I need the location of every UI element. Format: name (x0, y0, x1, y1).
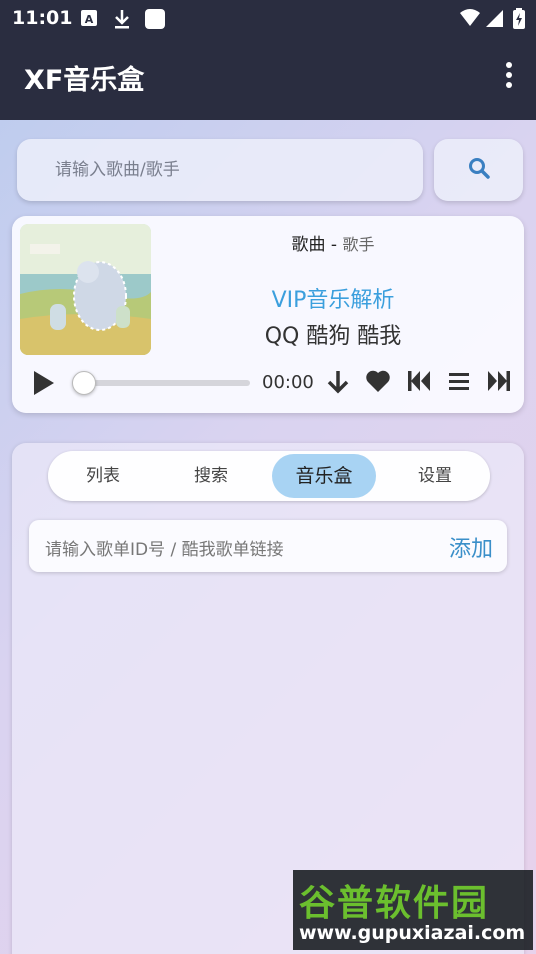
playlist-icon[interactable] (448, 368, 470, 398)
watermark-url: www.gupuxiazai.com (299, 922, 526, 944)
vip-title: VIP音乐解析 (271, 288, 395, 313)
watermark: 谷普软件园 www.gupuxiazai.com (293, 870, 533, 950)
tab-list[interactable]: 列表 (60, 454, 146, 498)
more-vert-icon[interactable] (504, 62, 514, 92)
tab-music-box[interactable]: 音乐盒 (272, 454, 376, 498)
previous-icon[interactable] (406, 368, 432, 398)
search-button[interactable] (434, 139, 523, 201)
song-info: 歌曲 - 歌手 (12, 230, 524, 255)
battery-icon (512, 8, 526, 34)
song-search-input[interactable] (17, 139, 423, 201)
square-icon (144, 8, 166, 34)
playlist-id-input[interactable]: 请输入歌单ID号 / 酷我歌单链接 (45, 535, 284, 560)
song-title: 歌曲 (291, 235, 326, 255)
watermark-logo: 谷普软件园 (299, 883, 490, 924)
next-icon[interactable] (486, 368, 512, 398)
current-time: 00:00 (262, 372, 314, 393)
svg-text:A: A (85, 13, 94, 26)
signal-icon (484, 8, 504, 32)
tab-settings[interactable]: 设置 (392, 454, 478, 498)
a-notification-icon: A (80, 8, 98, 32)
heart-icon[interactable] (365, 368, 391, 398)
vip-subtitle: QQ 酷狗 酷我 (264, 324, 402, 349)
status-time: 11:01 (12, 7, 73, 29)
playlist-import-row: 请输入歌单ID号 / 酷我歌单链接 添加 (29, 520, 507, 572)
search-icon (467, 156, 491, 184)
top-bar: 11:01 A XF音乐盒 (0, 0, 536, 120)
player-controls: 00:00 (12, 364, 524, 404)
tab-bar: 列表 搜索 音乐盒 设置 (48, 451, 490, 501)
add-button[interactable]: 添加 (449, 531, 493, 563)
player-card: 歌曲 - 歌手 VIP音乐解析 QQ 酷狗 酷我 00:00 (12, 216, 524, 413)
separator: - (325, 235, 343, 255)
download-icon (113, 8, 131, 34)
play-icon[interactable] (32, 369, 56, 401)
progress-track[interactable] (74, 380, 250, 386)
wifi-icon (459, 8, 481, 32)
artist-name: 歌手 (342, 235, 375, 254)
song-search-field[interactable] (17, 139, 423, 201)
progress-thumb[interactable] (72, 371, 96, 395)
tab-search[interactable]: 搜索 (168, 454, 254, 498)
download-icon[interactable] (326, 368, 350, 400)
app-title: XF音乐盒 (24, 65, 145, 96)
status-bar: 11:01 A (0, 0, 536, 38)
